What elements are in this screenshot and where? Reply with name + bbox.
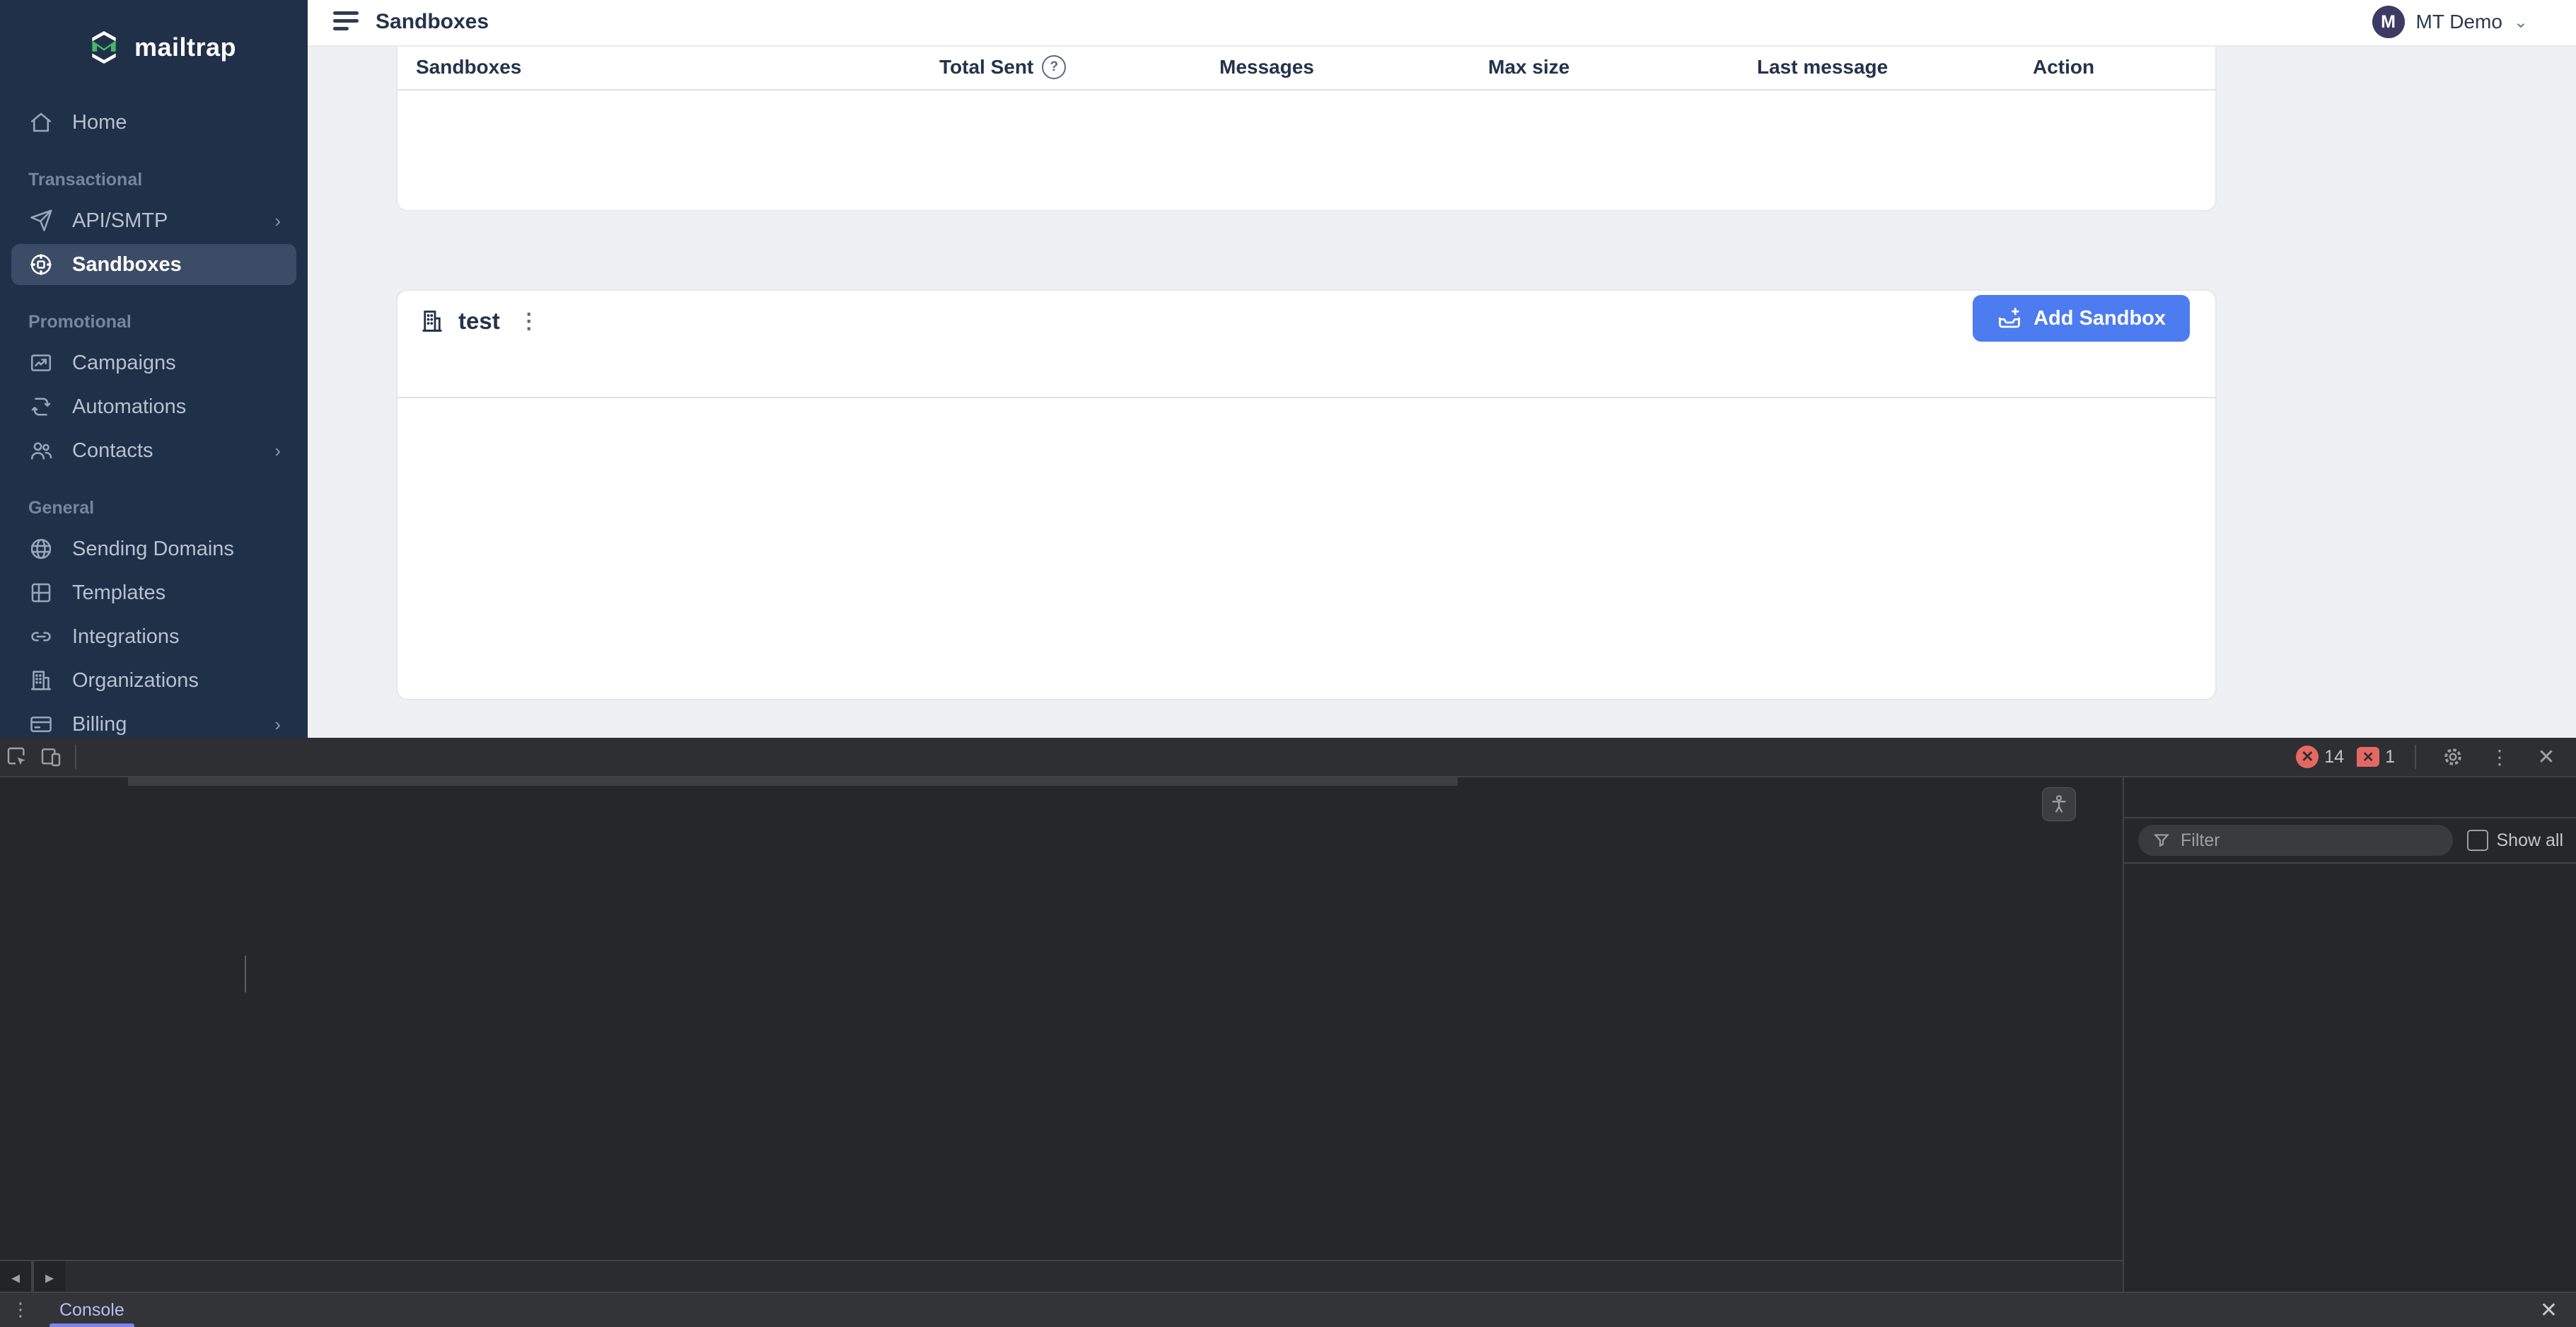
sidebar-item-label: Sending Domains — [72, 537, 234, 560]
avatar: M — [2372, 6, 2405, 38]
mailtrap-logo-icon — [92, 31, 116, 64]
sidebar-item-sending-domains[interactable]: Sending Domains — [11, 528, 296, 569]
sidebar-item-home[interactable]: Home — [11, 102, 296, 143]
sidebar-item-label: Sandboxes — [72, 253, 182, 276]
elements-dom-tree — [0, 777, 2123, 1260]
devtools-kebab-menu-icon[interactable]: ⋮ — [2483, 740, 2517, 774]
sidebar-item-contacts[interactable]: Contacts › — [11, 430, 296, 471]
home-icon — [30, 112, 52, 132]
billing-icon — [30, 716, 52, 733]
sidebar-item-label: Billing — [72, 712, 127, 736]
properties-filter-input[interactable]: Filter — [2138, 825, 2453, 856]
table-header — [398, 353, 2215, 398]
organizations-icon — [30, 671, 52, 690]
sidebar-item-label: Home — [72, 110, 127, 134]
templates-icon — [31, 583, 51, 603]
automations-icon — [31, 398, 51, 416]
breadcrumb-forward-icon[interactable]: ▶ — [33, 1261, 65, 1293]
drawer-close-icon[interactable]: ✕ — [2522, 1298, 2576, 1323]
sidebar-section-label: General — [28, 498, 95, 518]
logo-text: mailtrap — [134, 33, 237, 62]
inspect-element-icon[interactable] — [0, 740, 34, 774]
properties-list — [2124, 864, 2576, 869]
indent-guide — [245, 956, 246, 992]
sidebar-item-templates[interactable]: Templates — [11, 572, 296, 613]
sidebar-item-api-smtp[interactable]: API/SMTP › — [11, 200, 296, 241]
main-content: Sandboxes M MT Demo ⌄ Sandboxes Total Sen… — [308, 0, 2576, 738]
sidebar-item-integrations[interactable]: Integrations — [11, 616, 296, 657]
devtools-drawer: ⋮ Console ✕ — [0, 1292, 2576, 1327]
table-header: Sandboxes Total Sent? Messages Max size Last… — [398, 45, 2215, 91]
console-errors-badge[interactable]: ✕ 14 — [2296, 746, 2344, 768]
project-icon — [422, 311, 442, 332]
devtools-panel: ✕ 14 ✕ 1 ⋮ ✕ ◀ ▶ Filter Show all ⋮ Conso… — [0, 738, 2576, 1327]
page-title: Sandboxes — [376, 10, 489, 33]
contacts-icon — [30, 442, 52, 460]
devtools-right-panel: Filter Show all — [2123, 777, 2576, 1292]
main-header: Sandboxes M MT Demo ⌄ — [308, 0, 2576, 47]
sidebar-item-campaigns[interactable]: Campaigns — [11, 342, 296, 383]
sidebar-section-label: Transactional — [28, 170, 143, 190]
dom-breadcrumbs: ◀ ▶ — [0, 1260, 2123, 1293]
sandbox-table-card-2: test ⋮ Add Sandbox — [396, 289, 2217, 700]
filter-funnel-icon — [2153, 834, 2170, 847]
toolbar-divider — [2415, 745, 2416, 769]
sidebar-item-label: Organizations — [72, 668, 199, 692]
column-header-max-size: Max size — [1488, 56, 1570, 78]
device-toolbar-icon[interactable] — [34, 740, 68, 774]
sidebar: mailtrap Home Transactional API/SMTP › Sandb… — [0, 0, 308, 738]
drawer-tab-console[interactable]: Console — [41, 1293, 143, 1327]
hovered-node-sliver — [128, 777, 1458, 786]
sidebar-item-label: Contacts — [72, 439, 153, 462]
column-header-action: Action — [2033, 56, 2095, 78]
project-section-header: test ⋮ Add Sandbox — [398, 291, 2215, 353]
add-sandbox-icon — [1999, 308, 2021, 328]
sidebar-item-label: Templates — [72, 581, 166, 604]
sidebar-section-label: Promotional — [28, 312, 132, 332]
checkbox-icon — [2466, 830, 2488, 851]
sidebar-item-label: API/SMTP — [72, 209, 168, 232]
devtools-toolbar: ✕ 14 ✕ 1 ⋮ ✕ — [0, 738, 2576, 777]
devtools-close-icon[interactable]: ✕ — [2529, 740, 2563, 774]
globe-icon — [30, 538, 52, 560]
paper-plane-icon — [30, 209, 52, 231]
chevron-right-icon: › — [274, 713, 281, 735]
account-name: MT Demo — [2415, 11, 2502, 33]
kebab-menu-icon[interactable]: ⋮ — [513, 309, 545, 334]
integrations-icon — [31, 632, 51, 642]
drawer-kebab-icon[interactable]: ⋮ — [0, 1299, 41, 1321]
column-header-sandboxes: Sandboxes — [416, 56, 522, 78]
sidebar-item-label: Campaigns — [72, 351, 176, 374]
help-icon[interactable]: ? — [1042, 55, 1067, 79]
column-header-messages: Messages — [1219, 56, 1314, 78]
breadcrumb-back-icon[interactable]: ◀ — [0, 1261, 33, 1293]
error-icon: ✕ — [2296, 746, 2319, 768]
chevron-down-icon: ⌄ — [2513, 12, 2528, 32]
chevron-right-icon: › — [274, 209, 281, 231]
accessibility-tree-button[interactable] — [2042, 787, 2076, 821]
sidebar-item-organizations[interactable]: Organizations — [11, 660, 296, 701]
sidebar-item-sandboxes[interactable]: Sandboxes — [11, 244, 296, 285]
show-all-checkbox[interactable]: Show all — [2466, 830, 2563, 851]
column-header-total-sent: Total Sent? — [939, 55, 1219, 79]
issues-badge[interactable]: ✕ 1 — [2357, 747, 2395, 767]
devtools-settings-gear-icon[interactable] — [2436, 740, 2470, 774]
chevron-right-icon: › — [274, 439, 281, 461]
sandbox-table-card-1: Sandboxes Total Sent? Messages Max size Last… — [396, 45, 2217, 211]
account-menu[interactable]: M MT Demo ⌄ — [2372, 6, 2528, 38]
column-header-last-message: Last message — [1757, 56, 1889, 78]
campaigns-icon — [30, 354, 52, 371]
sidebar-item-label: Integrations — [72, 625, 180, 648]
sandbox-icon — [30, 254, 52, 275]
sidebar-item-automations[interactable]: Automations — [11, 386, 296, 427]
add-sandbox-button[interactable]: Add Sandbox — [1973, 295, 2190, 342]
menu-icon[interactable] — [333, 11, 359, 34]
mailtrap-logo[interactable]: mailtrap — [0, 0, 308, 99]
toolbar-divider — [75, 745, 76, 769]
issue-icon: ✕ — [2357, 747, 2380, 767]
sidebar-item-label: Automations — [72, 395, 187, 418]
project-name[interactable]: test — [458, 308, 500, 335]
